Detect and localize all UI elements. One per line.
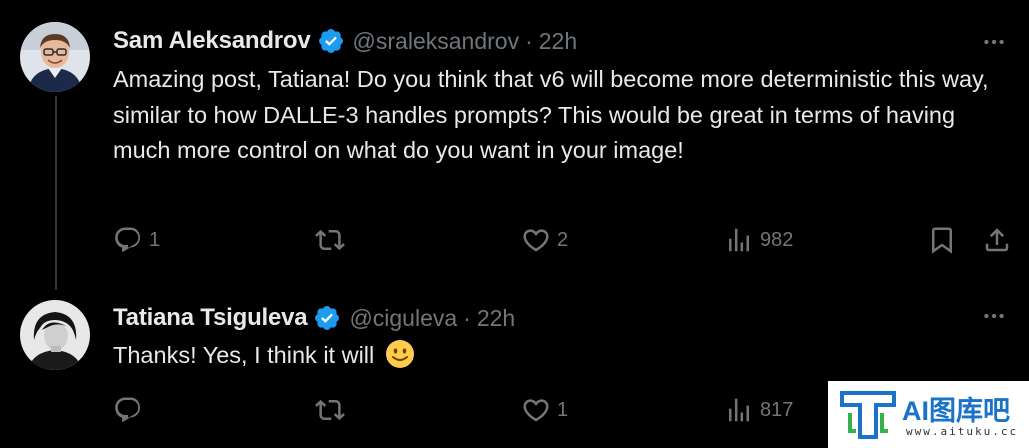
- like-count: 1: [557, 398, 569, 421]
- tweet-header: Tatiana Tsiguleva @ciguleva · 22h: [113, 303, 515, 333]
- bookmark-icon: [927, 225, 957, 255]
- watermark-url: www.aituku.cc: [906, 425, 1019, 438]
- reply-icon: [113, 395, 143, 425]
- tweet-header: Sam Aleksandrov @sraleksandrov · 22h: [113, 26, 577, 56]
- timestamp[interactable]: 22h: [539, 28, 577, 55]
- share-button[interactable]: [982, 224, 1012, 256]
- tweet-text: Thanks! Yes, I think it will: [113, 342, 375, 368]
- more-options-icon[interactable]: [979, 27, 1009, 57]
- watermark-logo-icon: [840, 391, 896, 439]
- heart-icon: [521, 225, 551, 255]
- watermark-title: AI图库吧: [902, 396, 1010, 426]
- watermark: AI图库吧 www.aituku.cc: [828, 381, 1029, 448]
- reply-button[interactable]: 1: [113, 224, 160, 256]
- like-count: 2: [557, 228, 569, 251]
- like-button[interactable]: 2: [521, 224, 568, 256]
- author-name[interactable]: Sam Aleksandrov: [113, 27, 311, 55]
- retweet-icon: [315, 225, 345, 255]
- tweet[interactable]: Sam Aleksandrov @sraleksandrov · 22h Ama…: [0, 0, 1029, 290]
- avatar[interactable]: [20, 300, 90, 370]
- analytics-icon: [724, 225, 754, 255]
- view-count: 817: [760, 398, 794, 421]
- heart-icon: [521, 395, 551, 425]
- author-handle[interactable]: @sraleksandrov: [353, 28, 520, 55]
- views-button[interactable]: 982: [724, 224, 793, 256]
- analytics-icon: [724, 395, 754, 425]
- more-options-icon[interactable]: [979, 301, 1009, 331]
- verified-badge-icon[interactable]: [317, 27, 345, 55]
- timestamp[interactable]: 22h: [477, 305, 515, 332]
- retweet-button[interactable]: [315, 224, 351, 256]
- reply-icon: [113, 225, 143, 255]
- reply-count: 1: [149, 228, 161, 251]
- avatar[interactable]: [20, 22, 90, 92]
- reply-button[interactable]: [113, 394, 149, 426]
- retweet-icon: [315, 395, 345, 425]
- slightly-smiling-face-icon: [385, 339, 415, 369]
- view-count: 982: [760, 228, 794, 251]
- share-icon: [982, 225, 1012, 255]
- like-button[interactable]: 1: [521, 394, 568, 426]
- retweet-button[interactable]: [315, 394, 351, 426]
- verified-badge-icon[interactable]: [313, 304, 341, 332]
- tweet-text-container: Thanks! Yes, I think it will: [113, 338, 1003, 374]
- author-handle[interactable]: @ciguleva: [349, 305, 457, 332]
- tweet-text: Amazing post, Tatiana! Do you think that…: [113, 66, 989, 163]
- views-button[interactable]: 817: [724, 394, 793, 426]
- bookmark-button[interactable]: [927, 224, 957, 256]
- separator-dot: ·: [525, 27, 533, 54]
- separator-dot: ·: [463, 304, 471, 331]
- author-name[interactable]: Tatiana Tsiguleva: [113, 304, 308, 332]
